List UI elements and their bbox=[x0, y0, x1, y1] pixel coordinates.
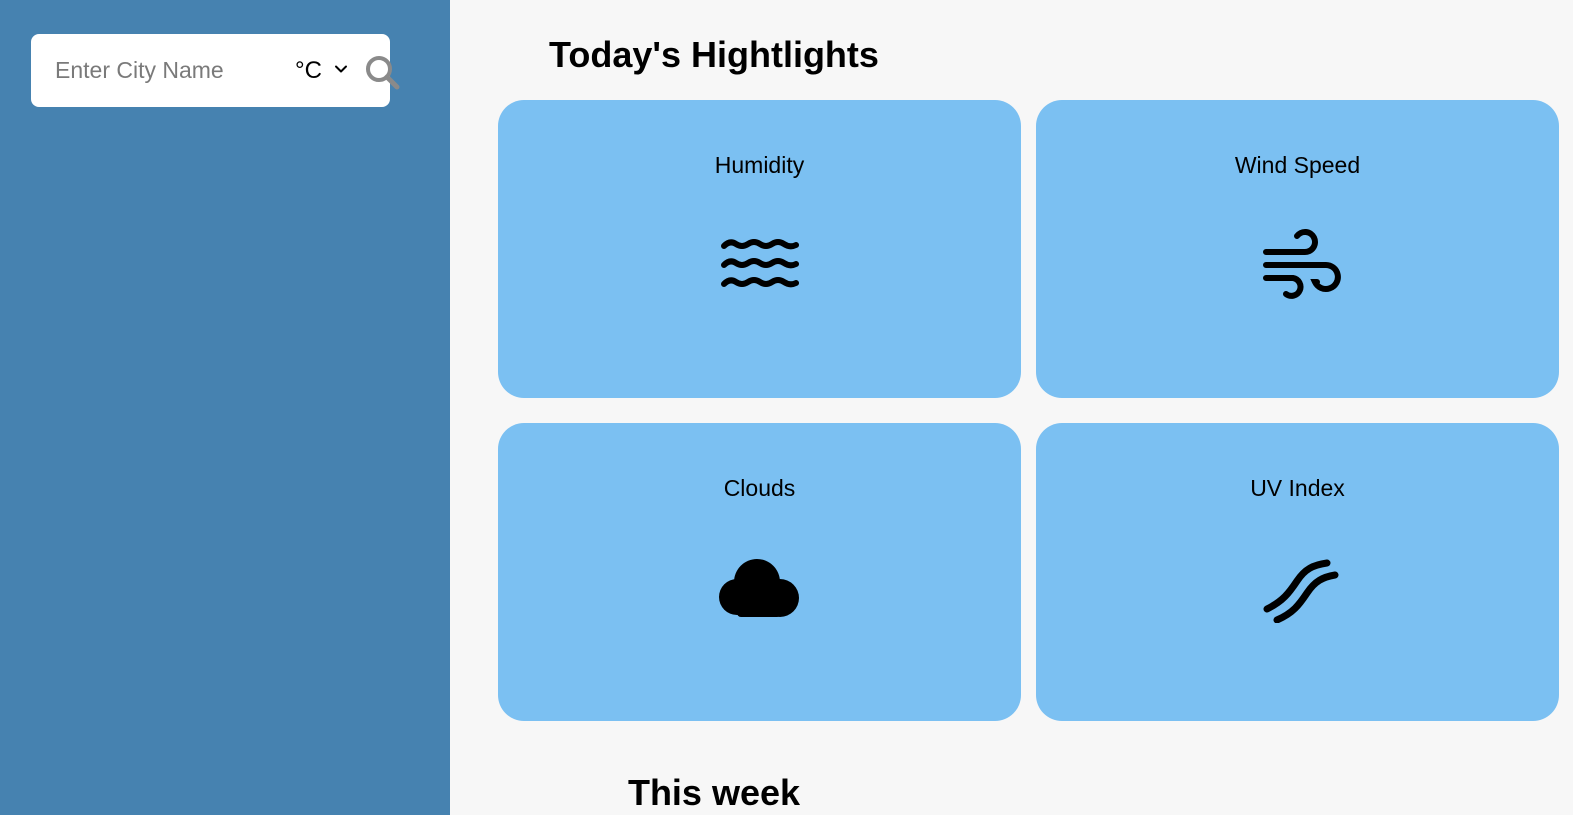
uv-index-card: UV Index bbox=[1036, 423, 1559, 721]
weather-app: °C Today's Hightlights Humidity Wind Spe… bbox=[0, 0, 1573, 815]
cloud-icon bbox=[718, 559, 799, 617]
humidity-card: Humidity bbox=[498, 100, 1021, 398]
wind-speed-card: Wind Speed bbox=[1036, 100, 1559, 398]
uv-rays-icon bbox=[1263, 559, 1338, 623]
this-week-title: This week bbox=[627, 772, 801, 813]
highlights-title: Today's Hightlights bbox=[549, 34, 879, 75]
uv-index-label: UV Index bbox=[1250, 475, 1345, 501]
clouds-card: Clouds bbox=[498, 423, 1021, 721]
water-waves-icon bbox=[720, 239, 799, 288]
wind-speed-label: Wind Speed bbox=[1234, 152, 1361, 178]
clouds-label: Clouds bbox=[723, 475, 796, 501]
humidity-label: Humidity bbox=[714, 152, 805, 178]
sidebar: °C bbox=[0, 0, 450, 815]
wind-icon bbox=[1262, 229, 1341, 299]
